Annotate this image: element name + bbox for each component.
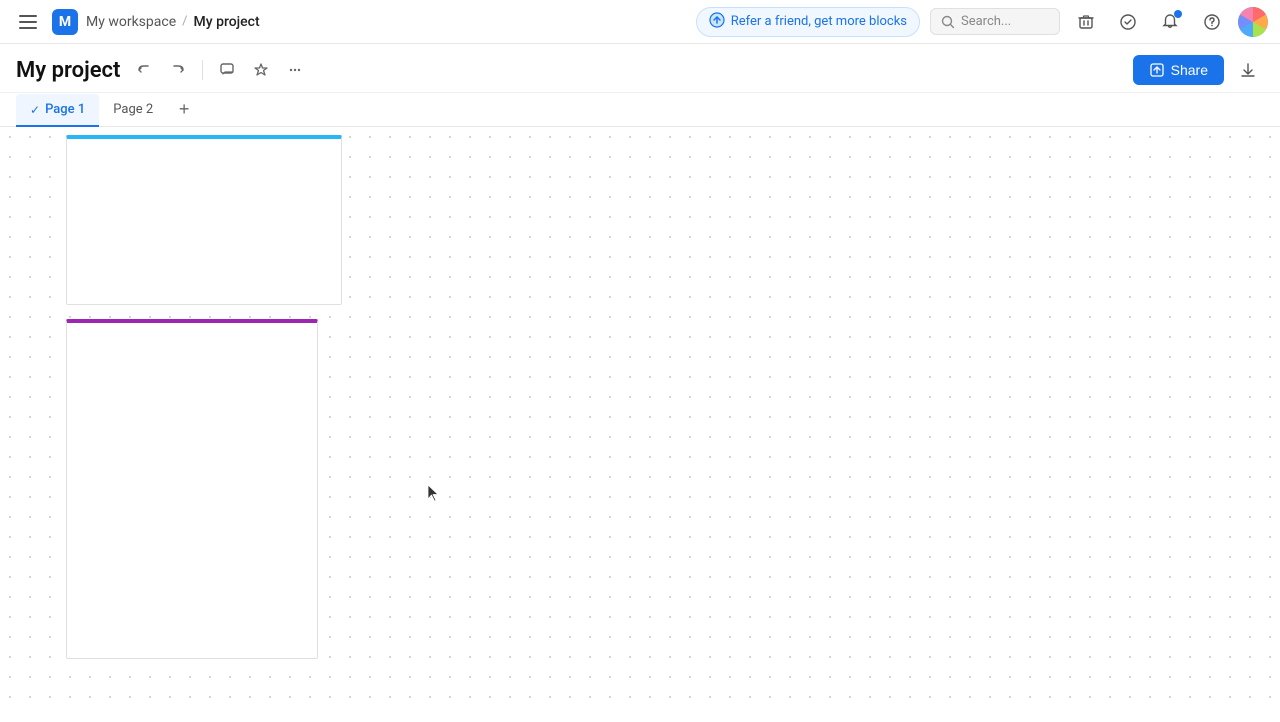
undo-icon <box>136 62 152 78</box>
help-icon <box>1203 13 1221 31</box>
tab-check-icon: ✓ <box>30 103 40 117</box>
refer-text: Refer a friend, get more blocks <box>731 14 907 29</box>
cursor-pointer <box>427 484 439 502</box>
toolbar-separator <box>202 60 203 80</box>
avatar-image <box>1238 7 1268 37</box>
more-icon <box>287 62 303 78</box>
nav-right: Refer a friend, get more blocks Search..… <box>696 6 1268 38</box>
toolbar-right: Share <box>1133 54 1264 86</box>
frame-1[interactable] <box>66 135 342 305</box>
check-circle-icon <box>1119 13 1137 31</box>
nav-left: M My workspace / My project <box>12 6 260 38</box>
search-icon <box>941 15 955 29</box>
notification-button[interactable] <box>1154 6 1186 38</box>
comment-icon <box>219 62 235 78</box>
breadcrumb-current-page[interactable]: My project <box>194 14 260 30</box>
workspace-name[interactable]: My workspace <box>86 14 176 30</box>
trash-icon <box>1077 13 1095 31</box>
share-button[interactable]: Share <box>1133 55 1224 85</box>
share-label: Share <box>1171 62 1208 78</box>
frame-2[interactable] <box>66 319 318 659</box>
more-button[interactable] <box>279 54 311 86</box>
page-title: My project <box>16 58 120 83</box>
refer-banner[interactable]: Refer a friend, get more blocks <box>696 7 920 37</box>
canvas-area[interactable] <box>0 127 1280 709</box>
menu-button[interactable] <box>12 6 44 38</box>
add-tab-button[interactable]: + <box>171 97 197 123</box>
toolbar-left: My project <box>16 54 311 86</box>
tab-page1[interactable]: ✓ Page 1 <box>16 94 99 127</box>
top-navigation: M My workspace / My project Refer a frie… <box>0 0 1280 44</box>
export-button[interactable] <box>1232 54 1264 86</box>
star-icon <box>253 62 269 78</box>
avatar[interactable] <box>1238 7 1268 37</box>
notification-dot <box>1174 10 1182 18</box>
breadcrumb-separator: / <box>182 14 187 29</box>
tab-page2[interactable]: Page 2 <box>99 94 167 127</box>
star-button[interactable] <box>245 54 277 86</box>
export-icon <box>1239 61 1257 79</box>
toolbar-icons <box>128 54 311 86</box>
breadcrumb: My workspace / My project <box>86 14 260 30</box>
redo-icon <box>170 62 186 78</box>
refer-icon <box>709 12 725 32</box>
tab-page1-label: Page 1 <box>45 102 85 117</box>
page-tabs: ✓ Page 1 Page 2 + <box>0 93 1280 127</box>
workspace-logo: M <box>52 9 78 35</box>
search-placeholder: Search... <box>961 14 1011 29</box>
tab-page2-label: Page 2 <box>113 102 153 117</box>
check-circle-button[interactable] <box>1112 6 1144 38</box>
undo-button[interactable] <box>128 54 160 86</box>
share-icon <box>1149 62 1165 78</box>
redo-button[interactable] <box>162 54 194 86</box>
page-toolbar: My project <box>0 44 1280 93</box>
comment-button[interactable] <box>211 54 243 86</box>
trash-button[interactable] <box>1070 6 1102 38</box>
help-button[interactable] <box>1196 6 1228 38</box>
search-box[interactable]: Search... <box>930 8 1060 35</box>
